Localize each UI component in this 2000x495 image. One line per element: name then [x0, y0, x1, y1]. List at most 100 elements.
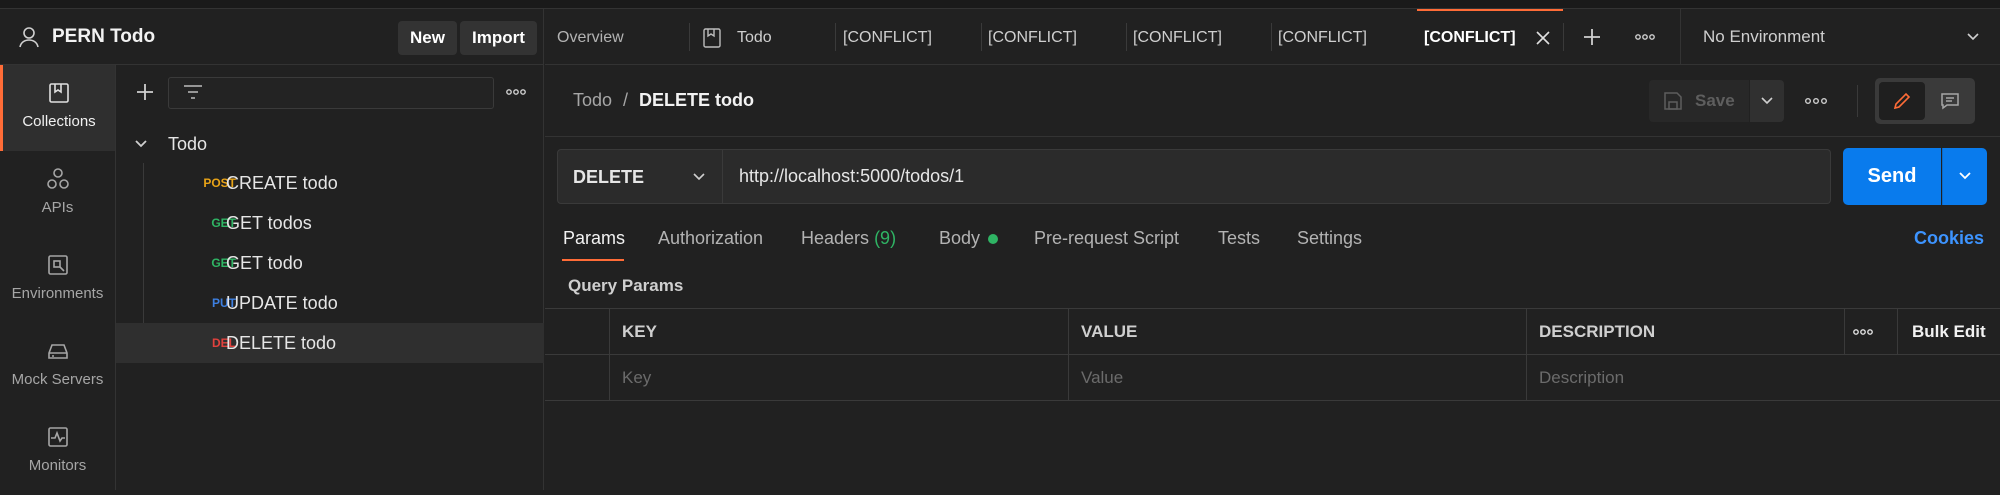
tab-separator — [1126, 23, 1127, 51]
url-input[interactable]: http://localhost:5000/todos/1 — [723, 149, 1831, 204]
collection-todo[interactable]: Todo — [116, 125, 544, 163]
bulk-edit-button[interactable]: Bulk Edit — [1912, 309, 1986, 355]
request-item[interactable]: GET GET todo — [116, 243, 544, 283]
tab-authorization[interactable]: Authorization — [658, 228, 763, 249]
breadcrumb-current[interactable]: DELETE todo — [639, 90, 754, 111]
workspace-title[interactable]: PERN Todo — [52, 26, 155, 48]
request-item[interactable]: POST CREATE todo — [116, 163, 544, 203]
save-options-button[interactable] — [1750, 80, 1784, 122]
tab-tests[interactable]: Tests — [1218, 228, 1260, 249]
sidebar-item-label: APIs — [41, 199, 74, 216]
comments-button[interactable] — [1929, 82, 1971, 120]
sidebar-item-label: Mock Servers — [11, 371, 104, 388]
tab-headers-label: Headers — [801, 228, 870, 248]
breadcrumb-separator: / — [623, 90, 629, 110]
close-icon[interactable] — [1535, 30, 1551, 46]
collection-name: Todo — [168, 134, 208, 154]
more-icon[interactable] — [1851, 326, 1875, 338]
request-name: GET todos — [226, 213, 312, 233]
column-header-description: DESCRIPTION — [1526, 309, 1844, 355]
save-label: Save — [1695, 91, 1735, 110]
more-icon[interactable] — [1633, 29, 1657, 45]
tab-headers[interactable]: Headers (9) — [801, 228, 896, 249]
comment-icon — [1941, 93, 1959, 110]
tab-separator — [1271, 23, 1272, 51]
tab-conflict[interactable]: [CONFLICT] — [1133, 9, 1222, 64]
tab-separator — [981, 23, 982, 51]
apis-icon — [46, 168, 69, 189]
sidebar-item-label: Environments — [11, 285, 104, 302]
mode-toggle — [1875, 78, 1975, 124]
sidebar-item-monitors[interactable]: Monitors — [0, 409, 115, 495]
active-tab-indicator — [562, 259, 624, 261]
add-icon[interactable] — [134, 81, 156, 103]
sidebar-item-collections[interactable]: Collections — [0, 65, 115, 151]
chevron-down-icon — [1967, 33, 1979, 41]
sidebar-nav: Collections APIs Environments Mock Serve… — [0, 65, 116, 490]
column-header-value: VALUE — [1068, 309, 1526, 355]
headers-count: (9) — [874, 228, 897, 248]
description-input[interactable]: Description — [1526, 355, 2000, 401]
value-input[interactable]: Value — [1068, 355, 1526, 401]
key-input[interactable]: Key — [609, 355, 1068, 401]
tab-label: [CONFLICT] — [1424, 29, 1516, 46]
request-name: GET todo — [226, 253, 303, 273]
sidebar-item-label: Monitors — [28, 457, 87, 474]
send-button[interactable]: Send — [1843, 148, 1941, 205]
table-row: Key Value Description — [545, 354, 2000, 401]
sidebar-item-apis[interactable]: APIs — [0, 151, 115, 237]
filter-icon — [184, 85, 202, 99]
tab-separator — [689, 23, 690, 51]
collection-tree: Todo POST CREATE todo GET GET todos GET … — [116, 65, 544, 490]
tab-overview[interactable]: Overview — [557, 9, 624, 64]
table-header-row: KEY VALUE DESCRIPTION Bulk Edit — [545, 308, 2000, 355]
tab-body-label: Body — [939, 228, 981, 248]
collections-icon — [49, 83, 69, 103]
import-button[interactable]: Import — [460, 21, 537, 55]
tab-settings[interactable]: Settings — [1297, 228, 1362, 249]
request-name: UPDATE todo — [226, 293, 338, 313]
filter-input[interactable] — [168, 77, 494, 109]
more-icon[interactable] — [1803, 92, 1829, 110]
pencil-icon — [1893, 92, 1911, 110]
tab-conflict[interactable]: [CONFLICT] — [843, 9, 932, 64]
tree-toolbar — [116, 75, 544, 111]
divider — [1857, 85, 1858, 117]
user-icon[interactable] — [18, 26, 40, 48]
new-button[interactable]: New — [398, 21, 457, 55]
send-options-button[interactable] — [1942, 148, 1987, 205]
save-icon — [1664, 92, 1682, 110]
sidebar-item-mock-servers[interactable]: Mock Servers — [0, 323, 115, 409]
sidebar-item-label: Collections — [22, 113, 96, 130]
query-params-title: Query Params — [568, 276, 684, 295]
sidebar-item-environments[interactable]: Environments — [0, 237, 115, 323]
collection-tab-icon — [703, 28, 721, 48]
workspace-header: PERN Todo New Import — [0, 9, 544, 65]
breadcrumb-parent[interactable]: Todo — [573, 90, 612, 111]
tab-conflict[interactable]: [CONFLICT] — [988, 9, 1077, 64]
method-value: DELETE — [573, 167, 645, 187]
tab-conflict[interactable]: [CONFLICT] — [1278, 9, 1367, 64]
request-name: CREATE todo — [226, 173, 338, 193]
tab-body[interactable]: Body — [939, 228, 999, 249]
tab-bar: Overview Todo [CONFLICT] [CONFLICT] [CON… — [545, 9, 2000, 65]
request-item-active[interactable]: DEL DELETE todo — [116, 323, 544, 363]
tab-params[interactable]: Params — [563, 228, 625, 249]
tab-separator — [835, 23, 836, 51]
chevron-down-icon[interactable] — [134, 138, 148, 150]
edit-mode-button[interactable] — [1879, 82, 1925, 120]
method-select[interactable]: DELETE — [557, 149, 723, 204]
request-header: Todo / DELETE todo Save — [545, 65, 2000, 137]
window-top-strip — [0, 0, 2000, 9]
tab-todo[interactable]: Todo — [737, 9, 772, 64]
chevron-down-icon — [1959, 172, 1971, 180]
mock-servers-icon — [47, 344, 68, 359]
more-icon[interactable] — [504, 81, 528, 103]
save-button[interactable]: Save — [1649, 80, 1749, 122]
request-item[interactable]: GET GET todos — [116, 203, 544, 243]
new-tab-icon[interactable] — [1581, 26, 1603, 48]
request-item[interactable]: PUT UPDATE todo — [116, 283, 544, 323]
tab-pre-request-script[interactable]: Pre-request Script — [1034, 228, 1179, 249]
environment-select[interactable]: No Environment — [1680, 9, 2000, 64]
cookies-link[interactable]: Cookies — [1914, 228, 1984, 249]
